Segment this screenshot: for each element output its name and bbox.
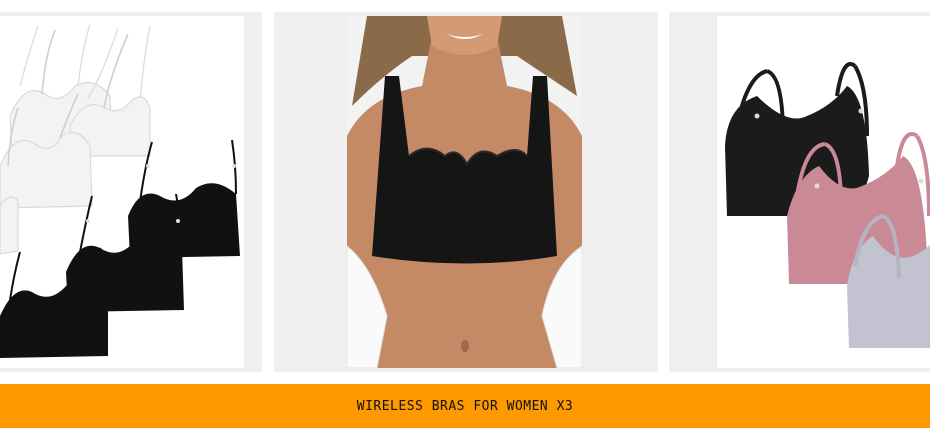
product-image-tile-1[interactable] [0, 12, 262, 372]
product-title-banner[interactable]: WIRELESS BRAS FOR WOMEN X3 [0, 384, 930, 428]
product-title: WIRELESS BRAS FOR WOMEN X3 [356, 398, 574, 414]
product-photo-colorways[interactable] [717, 16, 930, 368]
product-photo-icon [347, 16, 582, 368]
product-photo-bra-pack[interactable] [0, 16, 244, 368]
product-photo-icon [725, 62, 930, 348]
product-image-tile-3[interactable] [669, 12, 930, 372]
product-photo-icon [0, 23, 240, 358]
product-image-tile-2[interactable] [274, 12, 658, 372]
product-photo-model[interactable] [347, 16, 582, 368]
product-page: WIRELESS BRAS FOR WOMEN X3 [0, 0, 930, 428]
